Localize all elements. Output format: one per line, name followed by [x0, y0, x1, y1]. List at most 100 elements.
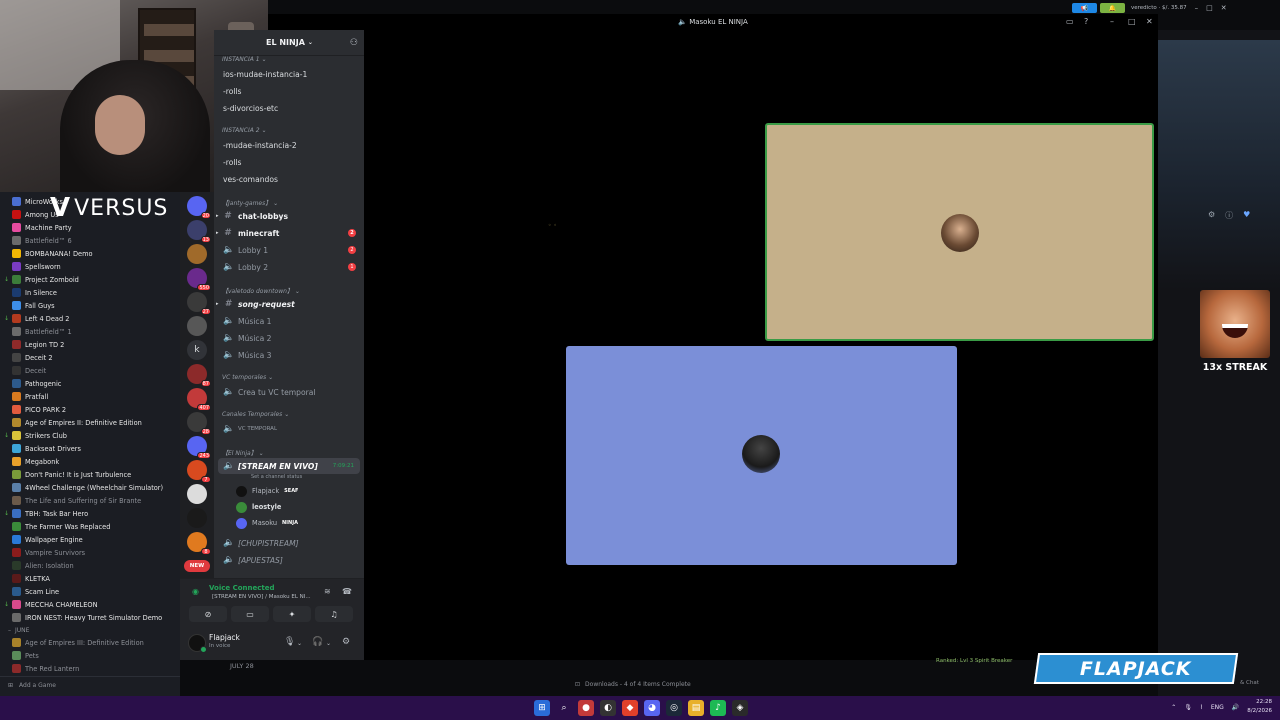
game-list-item[interactable]: Pathogenic	[0, 377, 180, 390]
game-list-item[interactable]: KLETKA	[0, 572, 180, 585]
server-icon[interactable]	[187, 244, 207, 264]
server-icon[interactable]	[187, 508, 207, 528]
channel-musica-2[interactable]: 🔈 Música 2	[214, 330, 364, 346]
wallet-balance[interactable]: veredicto · $/. 35.87	[1131, 5, 1187, 11]
game-list-item[interactable]: The Life and Suffering of Sir Brante	[0, 494, 180, 507]
server-icon[interactable]: 243	[187, 436, 211, 459]
game-list-item[interactable]: Wallpaper Engine	[0, 533, 180, 546]
search-icon[interactable]: ⌕	[556, 700, 572, 716]
maximize-icon[interactable]: □	[1128, 17, 1136, 26]
category-janty-games[interactable]: 【Janty-games】 ⌄	[222, 198, 278, 207]
new-servers-badge[interactable]: NEW	[184, 560, 210, 572]
channel-divorcios[interactable]: s-divorcios-etc	[214, 100, 364, 116]
notifications-button[interactable]: 🔔	[1100, 3, 1125, 13]
server-icon[interactable]: 407	[187, 388, 211, 411]
server-icon[interactable]	[187, 484, 207, 504]
channel-musica-3[interactable]: 🔈 Música 3	[214, 347, 364, 363]
game-list-item[interactable]: ↓ Left 4 Dead 2	[0, 312, 180, 325]
obs-icon[interactable]: ●	[578, 700, 594, 716]
info-icon[interactable]: ⓘ	[1225, 210, 1233, 221]
voice-user[interactable]: Masoku NINJA	[236, 516, 298, 530]
channel-rolls-2[interactable]: -rolls	[214, 154, 364, 170]
server-icon[interactable]: 7	[187, 460, 211, 483]
server-icon[interactable]: 550	[187, 268, 211, 291]
add-game-button[interactable]: ⊞ Add a Game	[0, 676, 180, 694]
network-icon[interactable]: ⌇	[1200, 704, 1203, 711]
channel-stream-en-vivo[interactable]: 🔈 [STREAM EN VIVO] 7:09:21	[218, 458, 360, 474]
discord-icon[interactable]: ◕	[644, 700, 660, 716]
channel-musica-1[interactable]: 🔈 Música 1	[214, 313, 364, 329]
disconnect-icon[interactable]: ☎	[342, 587, 352, 596]
camera-off-button[interactable]: ⊘	[189, 606, 227, 622]
chevron-down-icon[interactable]: ⌄	[326, 640, 331, 647]
game-list-item[interactable]: Deceit 2	[0, 351, 180, 364]
channel-chat-lobbys[interactable]: ▸ # chat-lobbys	[214, 208, 364, 224]
game-list-item[interactable]: Deceit	[0, 364, 180, 377]
microphone-icon[interactable]: 🎙	[1184, 704, 1192, 711]
announce-button[interactable]: 📢	[1072, 3, 1097, 13]
channel-mudae-instancia-2[interactable]: -mudae-instancia-2	[214, 137, 364, 153]
game-list-item[interactable]: The Farmer Was Replaced	[0, 520, 180, 533]
window-controls[interactable]: –□✕	[1195, 4, 1235, 12]
category-valetodo[interactable]: 【valetodo downtown】 ⌄	[222, 286, 300, 295]
game-list-item[interactable]: Pratfall	[0, 390, 180, 403]
category-instancia-2[interactable]: INSTANCIA 2 ⌄	[222, 127, 267, 134]
game-list-item[interactable]: Pets	[0, 649, 180, 662]
noise-suppression-icon[interactable]: ≋	[324, 587, 331, 596]
activities-button[interactable]: ✦	[273, 606, 311, 622]
game-list-item[interactable]: Alien: Isolation	[0, 559, 180, 572]
friends-chat-button[interactable]: & Chat	[1240, 680, 1259, 686]
voice-user[interactable]: leostyle	[236, 500, 281, 514]
username[interactable]: Flapjack	[209, 633, 240, 642]
minimize-icon[interactable]: –	[1110, 17, 1114, 26]
game-list-item[interactable]: IRON NEST: Heavy Turret Simulator Demo	[0, 611, 180, 624]
game-list-item[interactable]: In Silence	[0, 286, 180, 299]
close-icon[interactable]: ✕	[1146, 17, 1153, 26]
channel-comandos[interactable]: ves-comandos	[214, 171, 364, 187]
game-list-item[interactable]: ↓ Strikers Club	[0, 429, 180, 442]
game-list-item[interactable]: Age of Empires II: Definitive Edition	[0, 416, 180, 429]
downloads-status[interactable]: ⊡ Downloads - 4 of 4 Items Complete	[575, 678, 875, 690]
voice-connected-label[interactable]: Voice Connected	[209, 584, 275, 592]
set-status-link[interactable]: Set a channel status	[251, 474, 302, 480]
game-list-item[interactable]: Megabonk	[0, 455, 180, 468]
game-list-item[interactable]: Battlefield™ 6	[0, 234, 180, 247]
settings-gear-icon[interactable]: ⚙	[342, 637, 350, 647]
game-list-item[interactable]: ↓ Project Zomboid	[0, 273, 180, 286]
server-icon[interactable]: 28	[187, 412, 211, 435]
settings-gear-icon[interactable]: ⚙	[1208, 210, 1215, 221]
server-icon[interactable]: 27	[187, 292, 211, 315]
channel-lobby-2[interactable]: 🔈 Lobby 2 1	[214, 259, 364, 275]
soundboard-button[interactable]: ♫	[315, 606, 353, 622]
signal-icon[interactable]: ◉	[192, 587, 199, 596]
voice-user[interactable]: Flapjack SEAF	[236, 484, 298, 498]
speaker-icon[interactable]: 🔊	[1232, 704, 1239, 711]
invite-people-icon[interactable]: ⚇	[350, 38, 358, 48]
game-list-item[interactable]: Spellsworn	[0, 260, 180, 273]
game-list-item[interactable]: Battlefield™ 1	[0, 325, 180, 338]
steam-icon[interactable]: ◎	[666, 700, 682, 716]
category-vc-temporales[interactable]: VC temporales ⌄	[222, 374, 273, 381]
microphone-icon[interactable]: 🎙	[284, 637, 295, 647]
game-list-item[interactable]: Age of Empires III: Definitive Edition	[0, 636, 180, 649]
category-canales-temporales[interactable]: Canales Temporales ⌄	[222, 411, 289, 418]
spotify-icon[interactable]: ♪	[710, 700, 726, 716]
server-icon[interactable]: 8	[187, 532, 211, 555]
file-explorer-icon[interactable]: ▤	[688, 700, 704, 716]
start-icon[interactable]: ⊞	[534, 700, 550, 716]
channel-apuestas[interactable]: 🔈 [APUESTAS]	[214, 552, 364, 568]
game-list-item[interactable]: Vampire Survivors	[0, 546, 180, 559]
share-screen-button[interactable]: ▭	[231, 606, 269, 622]
game-list-item[interactable]: 4Wheel Challenge (Wheelchair Simulator)	[0, 481, 180, 494]
game-list-item[interactable]: Backseat Drivers	[0, 442, 180, 455]
server-icon[interactable]: 87	[187, 364, 211, 387]
channel-chupistream[interactable]: 🔈 [CHUPISTREAM]	[214, 535, 364, 551]
server-icon-k[interactable]: k	[187, 340, 207, 360]
steam-game-list[interactable]: MicroWorks Among Us Machine Party Battlefie…	[0, 192, 180, 696]
game-list-item[interactable]: Scam Line	[0, 585, 180, 598]
channel-minecraft[interactable]: ▸ # minecraft 2	[214, 225, 364, 241]
app-icon[interactable]: ◐	[600, 700, 616, 716]
channel-lobby-1[interactable]: 🔈 Lobby 1 2	[214, 242, 364, 258]
chevron-up-icon[interactable]: ⌃	[1171, 704, 1176, 711]
participant-tile[interactable]	[566, 346, 957, 565]
